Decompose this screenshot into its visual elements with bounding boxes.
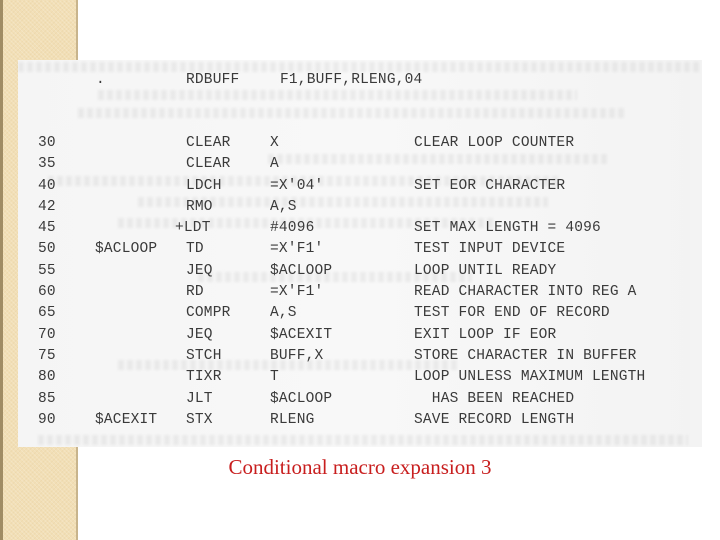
line-operand: $ACLOOP: [270, 391, 333, 407]
line-number: 60: [38, 284, 56, 300]
comment-marker: .: [96, 72, 105, 88]
line-opcode: TIXR: [186, 369, 222, 385]
line-comment: HAS BEEN REACHED: [414, 391, 575, 407]
slide-caption: Conditional macro expansion 3: [228, 455, 492, 479]
line-comment: LOOP UNTIL READY: [414, 263, 557, 279]
line-operand: A,S: [270, 199, 297, 215]
line-opcode: CLEAR: [186, 135, 231, 151]
line-comment: STORE CHARACTER IN BUFFER: [414, 348, 637, 364]
line-number: 85: [38, 391, 56, 407]
code-line: 70 JEQ $ACEXIT EXIT LOOP IF EOR: [18, 327, 702, 348]
line-number: 35: [38, 156, 56, 172]
line-operand: =X'04': [270, 178, 324, 194]
line-comment: CLEAR LOOP COUNTER: [414, 135, 575, 151]
line-opcode: COMPR: [186, 305, 231, 321]
code-line: 30 CLEAR X CLEAR LOOP COUNTER: [18, 135, 702, 156]
line-opcode: STCH: [186, 348, 222, 364]
line-number: 70: [38, 327, 56, 343]
line-comment: SAVE RECORD LENGTH: [414, 412, 575, 428]
code-line: 85 JLT $ACLOOP HAS BEEN REACHED: [18, 391, 702, 412]
macro-invocation-line: . RDBUFF F1,BUFF,RLENG,04: [18, 72, 702, 93]
line-comment: TEST FOR END OF RECORD: [414, 305, 610, 321]
line-label: $ACLOOP: [95, 241, 158, 257]
line-comment: READ CHARACTER INTO REG A: [414, 284, 637, 300]
bleed-through-text: [38, 435, 688, 445]
line-opcode: +LDT: [175, 220, 211, 236]
line-operand: BUFF,X: [270, 348, 324, 364]
code-line: 80 TIXR T LOOP UNLESS MAXIMUM LENGTH: [18, 369, 702, 390]
line-operand: T: [270, 369, 279, 385]
line-operand: $ACEXIT: [270, 327, 333, 343]
line-number: 30: [38, 135, 56, 151]
line-opcode: JLT: [186, 391, 213, 407]
code-line: 75 STCH BUFF,X STORE CHARACTER IN BUFFER: [18, 348, 702, 369]
line-operand: A: [270, 156, 279, 172]
line-number: 55: [38, 263, 56, 279]
line-opcode: TD: [186, 241, 204, 257]
macro-arguments: F1,BUFF,RLENG,04: [280, 72, 423, 88]
line-operand: RLENG: [270, 412, 315, 428]
line-operand: X: [270, 135, 279, 151]
line-number: 45: [38, 220, 56, 236]
line-number: 80: [38, 369, 56, 385]
line-operand: #4096: [270, 220, 315, 236]
line-operand: =X'F1': [270, 284, 324, 300]
line-comment: TEST INPUT DEVICE: [414, 241, 566, 257]
code-line: 60 RD =X'F1' READ CHARACTER INTO REG A: [18, 284, 702, 305]
line-number: 75: [38, 348, 56, 364]
line-comment: LOOP UNLESS MAXIMUM LENGTH: [414, 369, 646, 385]
line-number: 40: [38, 178, 56, 194]
line-number: 65: [38, 305, 56, 321]
line-operand: $ACLOOP: [270, 263, 333, 279]
code-line: 40 LDCH =X'04' SET EOR CHARACTER: [18, 178, 702, 199]
code-line: 55 JEQ $ACLOOP LOOP UNTIL READY: [18, 263, 702, 284]
line-opcode: STX: [186, 412, 213, 428]
line-opcode: JEQ: [186, 263, 213, 279]
line-opcode: JEQ: [186, 327, 213, 343]
line-opcode: RD: [186, 284, 204, 300]
line-comment: SET MAX LENGTH = 4096: [414, 220, 601, 236]
line-opcode: LDCH: [186, 178, 222, 194]
line-number: 90: [38, 412, 56, 428]
line-label: $ACEXIT: [95, 412, 158, 428]
macro-name: RDBUFF: [186, 72, 240, 88]
line-comment: EXIT LOOP IF EOR: [414, 327, 557, 343]
code-line: 90 $ACEXIT STX RLENG SAVE RECORD LENGTH: [18, 412, 702, 433]
code-line: 50 $ACLOOP TD =X'F1' TEST INPUT DEVICE: [18, 241, 702, 262]
bleed-through-text: [18, 62, 702, 72]
line-operand: A,S: [270, 305, 297, 321]
line-opcode: CLEAR: [186, 156, 231, 172]
line-comment: SET EOR CHARACTER: [414, 178, 566, 194]
scanned-code-listing: . RDBUFF F1,BUFF,RLENG,04 30 CLEAR X CLE…: [18, 60, 702, 447]
bleed-through-text: [78, 108, 626, 118]
code-line: 42 RMO A,S: [18, 199, 702, 220]
line-number: 42: [38, 199, 56, 215]
line-number: 50: [38, 241, 56, 257]
code-line: 35 CLEAR A: [18, 156, 702, 177]
code-line: 45 +LDT #4096 SET MAX LENGTH = 4096: [18, 220, 702, 241]
line-opcode: RMO: [186, 199, 213, 215]
line-operand: =X'F1': [270, 241, 324, 257]
code-line: 65 COMPR A,S TEST FOR END OF RECORD: [18, 305, 702, 326]
